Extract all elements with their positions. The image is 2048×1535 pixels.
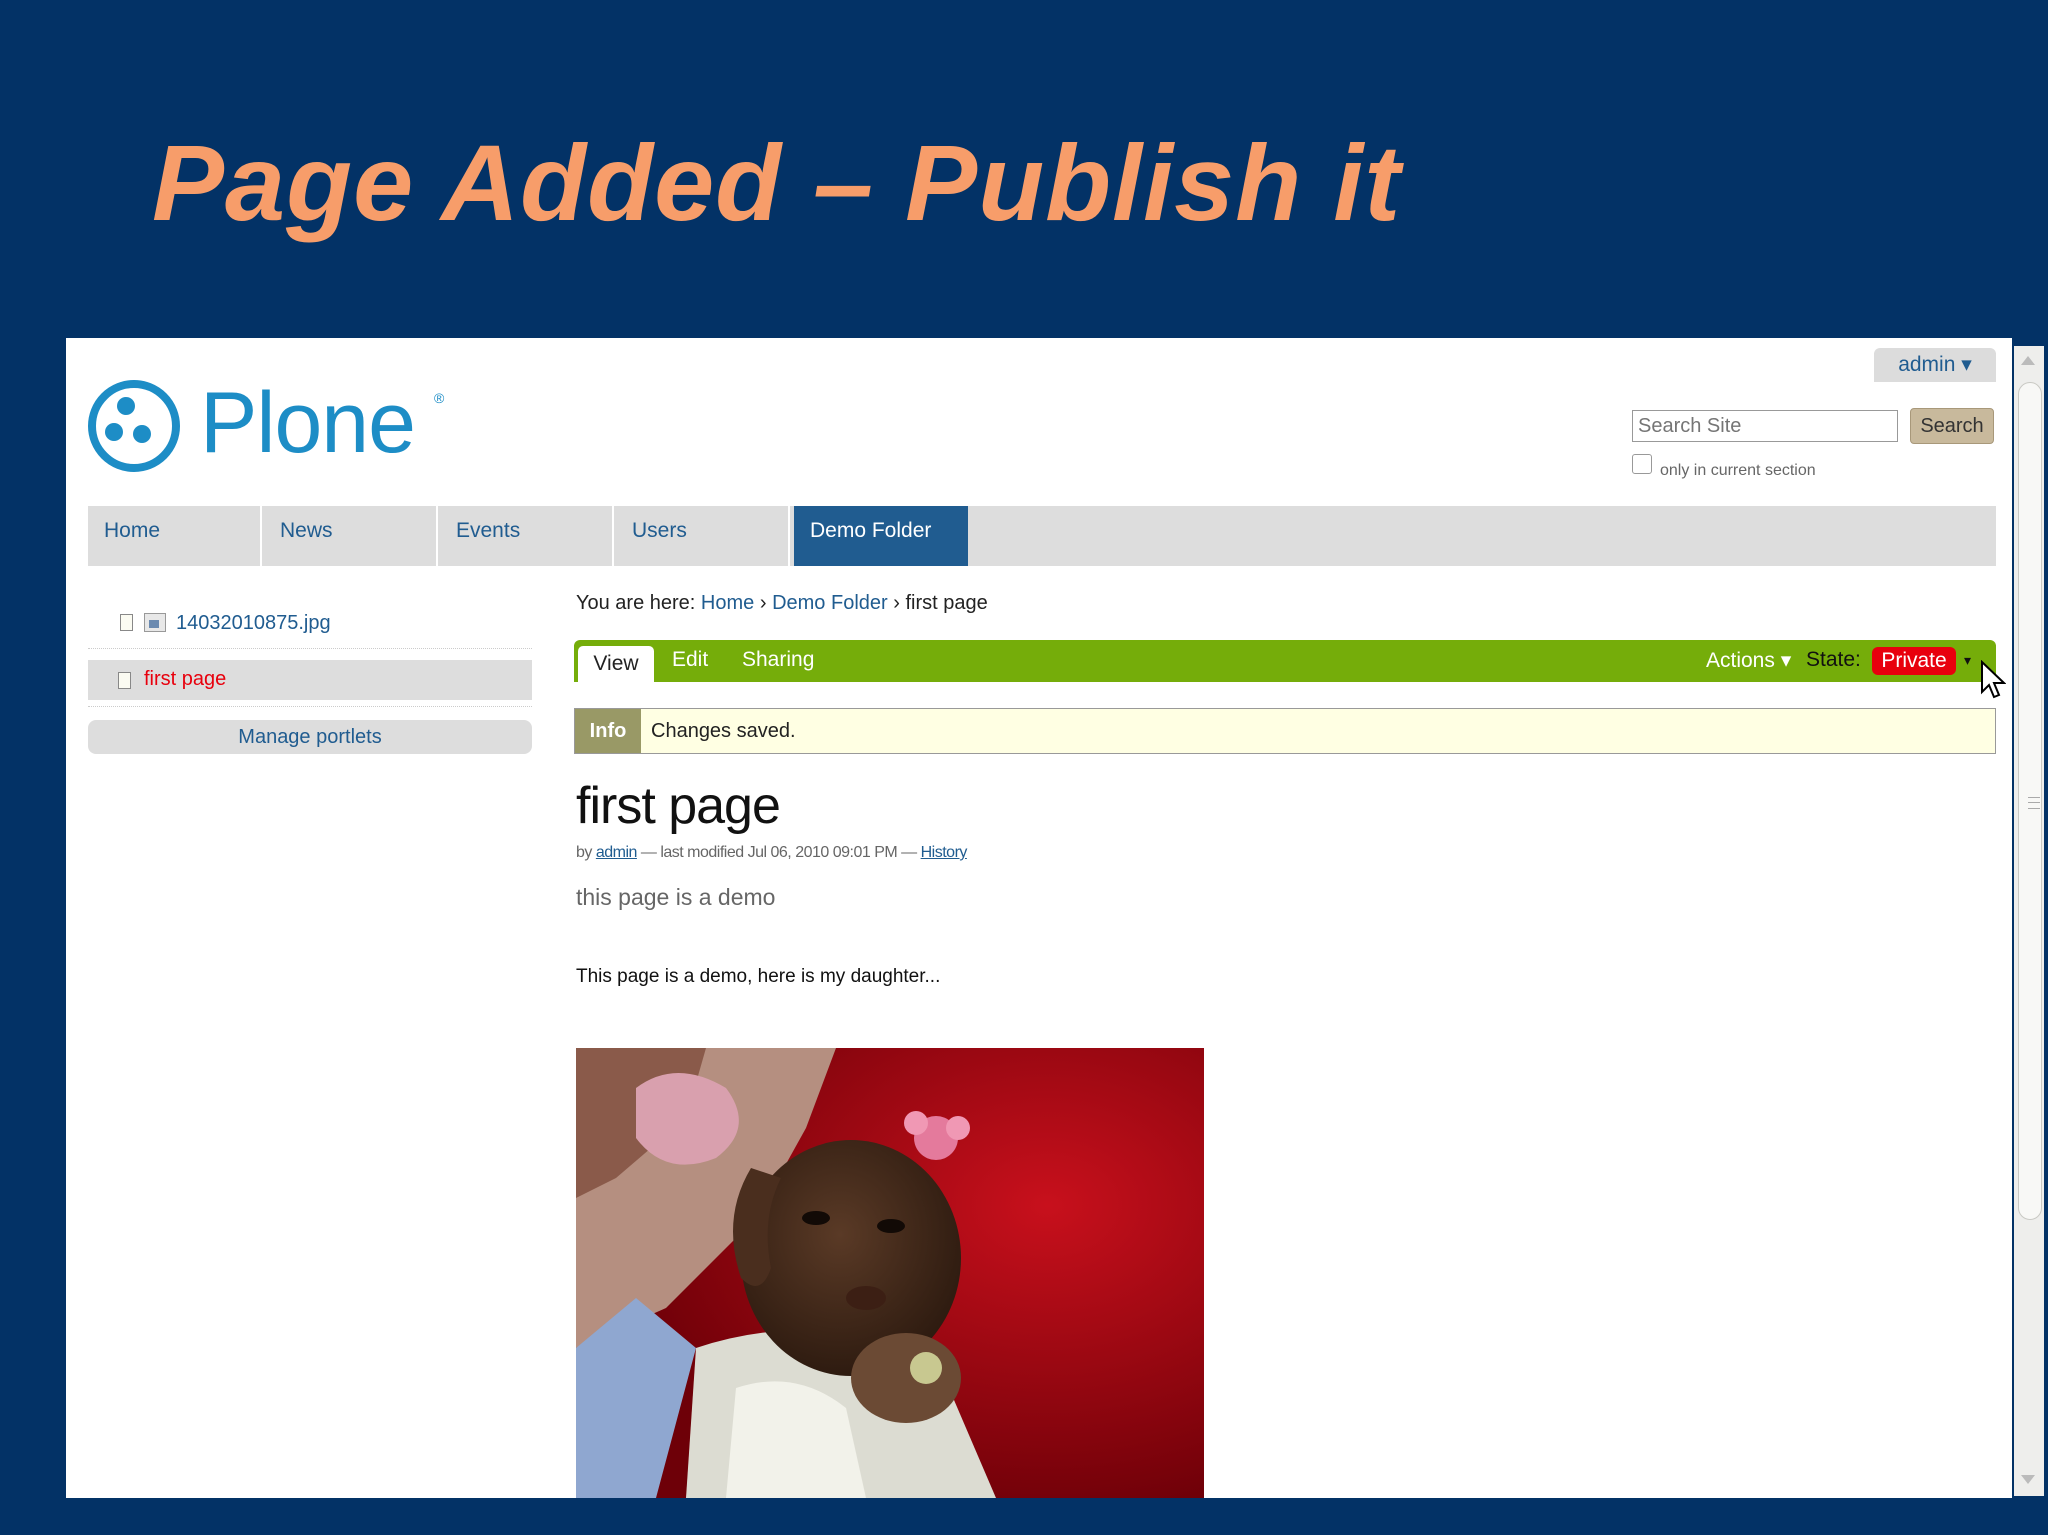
global-nav: Home News Events Users Demo Folder (88, 506, 1996, 566)
nav-item-events[interactable]: Events (440, 506, 614, 566)
slide-title: Page Added – Publish it (152, 122, 1402, 243)
search-input[interactable] (1632, 410, 1898, 442)
nav-item-news[interactable]: News (264, 506, 438, 566)
sidebar-item-image[interactable]: 14032010875.jpg (88, 604, 532, 644)
document-byline: by admin — last modified Jul 06, 2010 09… (576, 844, 967, 862)
state-label: State: (1806, 648, 1861, 671)
last-modified: — last modified Jul 06, 2010 09:01 PM — (640, 844, 917, 861)
breadcrumb-separator: › (759, 592, 767, 614)
manage-portlets-button[interactable]: Manage portlets (88, 720, 532, 754)
state-private-badge[interactable]: Private (1872, 647, 1956, 675)
sidebar-item-label: first page (144, 668, 227, 690)
tab-edit[interactable]: Edit (672, 648, 708, 672)
page-icon (118, 672, 131, 689)
scroll-grip-icon (2028, 797, 2040, 809)
breadcrumb-prefix: You are here: (576, 592, 696, 614)
info-label: Info (575, 709, 641, 753)
admin-menu-button[interactable]: admin ▾ (1874, 348, 1996, 382)
info-message: Changes saved. (651, 720, 796, 742)
actions-menu[interactable]: Actions ▾ (1706, 648, 1791, 673)
breadcrumb-home-link[interactable]: Home (701, 592, 754, 614)
scroll-down-arrow-icon[interactable] (2021, 1475, 2035, 1484)
breadcrumb: You are here: Home › Demo Folder › first… (576, 592, 988, 615)
nav-item-demo-folder[interactable]: Demo Folder (794, 506, 968, 566)
only-current-section-checkbox[interactable] (1632, 454, 1652, 474)
tab-view[interactable]: View (578, 646, 654, 682)
search-button[interactable]: Search (1910, 408, 1994, 444)
document-description: this page is a demo (576, 884, 776, 910)
byline-by: by (576, 844, 592, 861)
sidebar-item-first-page[interactable]: first page (88, 660, 532, 700)
logo-text: Plone (200, 375, 416, 471)
state-dropdown-caret-icon[interactable]: ▾ (1964, 652, 1971, 669)
breadcrumb-separator: › (893, 592, 900, 614)
content-edit-bar: View Edit Sharing Actions ▾ State: Priva… (574, 640, 1996, 682)
author-link[interactable]: admin (596, 844, 638, 861)
scroll-thumb[interactable] (2018, 382, 2042, 1220)
baby-photo (576, 1048, 1204, 1498)
browser-viewport: admin ▾ Plone ® Search only in current s… (66, 338, 2012, 1498)
image-icon (144, 613, 166, 632)
breadcrumb-folder-link[interactable]: Demo Folder (772, 592, 888, 614)
scroll-up-arrow-icon[interactable] (2021, 356, 2035, 365)
breadcrumb-current: first page (905, 592, 988, 614)
document-body-text: This page is a demo, here is my daughter… (576, 966, 941, 987)
plone-logo-icon (88, 380, 180, 472)
nav-item-home[interactable]: Home (88, 506, 262, 566)
only-current-section-label: only in current section (1660, 462, 1816, 479)
logo-registered-mark: ® (434, 390, 445, 406)
sidebar-item-label: 14032010875.jpg (176, 612, 331, 634)
status-message: Info Changes saved. (574, 708, 1996, 754)
vertical-scrollbar[interactable] (2014, 346, 2044, 1496)
history-link[interactable]: History (921, 844, 968, 861)
file-icon (120, 614, 133, 631)
nav-item-users[interactable]: Users (616, 506, 790, 566)
mouse-cursor-icon (1981, 660, 2006, 699)
tab-sharing[interactable]: Sharing (742, 648, 814, 672)
page-title: first page (576, 777, 781, 835)
